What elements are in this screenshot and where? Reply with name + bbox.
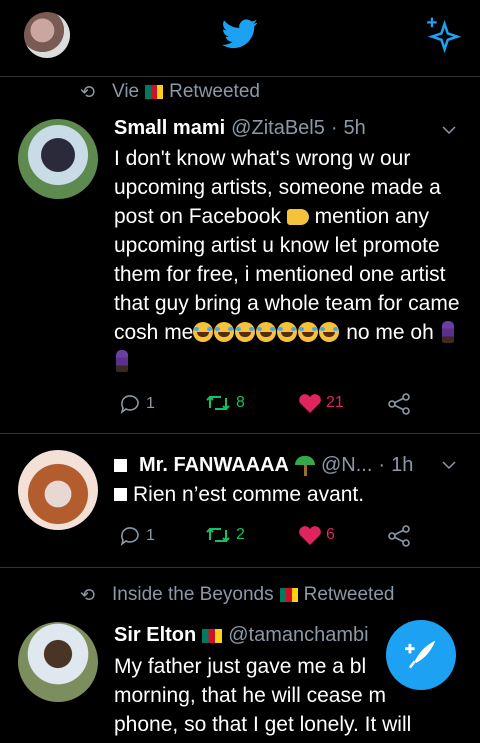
top-app-bar — [0, 0, 480, 77]
compose-tweet-button[interactable] — [386, 620, 456, 690]
laughing-emoji — [214, 322, 235, 342]
retweet-icon: ⟲ — [80, 81, 96, 102]
reply-count: 1 — [146, 527, 155, 544]
tweet-header: Small mami @ZitaBel5 · 5h — [114, 117, 366, 140]
retweet-icon: ⟲ — [80, 584, 96, 605]
reply-count: 1 — [146, 395, 155, 412]
like-count: 6 — [326, 526, 335, 543]
tweet-actions: 1 2 6 — [114, 524, 434, 552]
laughing-emoji — [319, 322, 340, 342]
share-icon — [388, 393, 410, 415]
retweet-context: ⟲ Inside the Beyonds Retweeted — [80, 584, 394, 606]
tweet-time: 5h — [343, 117, 366, 139]
tweet-time: 1h — [391, 454, 414, 476]
retweet-count: 8 — [236, 394, 245, 411]
tweet-text-content: Rien n’est comme avant. — [133, 483, 365, 506]
tweet-text: I don't know what's wrong w our upcoming… — [114, 144, 464, 376]
laughing-emoji — [298, 322, 319, 342]
chevron-down-icon[interactable] — [440, 121, 458, 139]
pointing-hand-emoji — [286, 209, 309, 225]
like-button[interactable]: 6 — [298, 524, 335, 546]
laughing-emoji — [193, 322, 214, 342]
separator-dot: · — [378, 454, 386, 476]
square-emoji — [114, 459, 127, 472]
square-emoji — [114, 488, 127, 501]
flag-icon — [202, 628, 223, 643]
laughing-emoji — [235, 322, 256, 342]
heart-icon — [299, 394, 321, 413]
walking-person-emoji — [441, 321, 454, 343]
share-button[interactable] — [386, 524, 412, 548]
tweet-text-content: My father just gave me a bl morning, tha… — [114, 655, 412, 736]
author-avatar[interactable] — [18, 622, 98, 702]
flag-icon — [279, 588, 298, 602]
author-handle[interactable]: @N... — [321, 454, 372, 477]
share-button[interactable] — [386, 392, 412, 416]
retweet-count: 2 — [236, 526, 245, 543]
author-avatar[interactable] — [18, 119, 98, 199]
author-name[interactable]: Small mami — [114, 117, 225, 140]
share-icon — [388, 525, 410, 547]
retweet-button[interactable]: 8 — [204, 392, 245, 414]
retweet-context: ⟲ Vie Retweeted — [80, 81, 260, 103]
twitter-bird-icon[interactable] — [222, 19, 258, 49]
retweet-icon — [206, 395, 230, 411]
reply-button[interactable]: 1 — [118, 524, 155, 548]
like-button[interactable]: 21 — [298, 392, 344, 414]
like-count: 21 — [326, 394, 344, 411]
reply-icon — [120, 395, 139, 414]
tweet-header: Mr. FANWAAAA @N... · 1h — [114, 454, 413, 477]
author-avatar[interactable] — [18, 450, 98, 530]
sparkle-icon[interactable] — [424, 16, 462, 54]
palm-tree-emoji — [295, 455, 315, 476]
compose-feather-icon — [405, 640, 436, 669]
laughing-emoji — [256, 322, 277, 342]
retweeted-label: Retweeted — [303, 584, 395, 605]
tweet[interactable]: ⟲ Vie Retweeted Small mami @ZitaBel5 · 5… — [0, 77, 480, 434]
author-handle[interactable]: @tamanchambi — [228, 624, 368, 647]
retweeter-name: Inside the Beyonds — [112, 584, 274, 605]
author-handle[interactable]: @ZitaBel5 — [231, 117, 325, 140]
walking-person-emoji — [116, 350, 128, 372]
retweeter-name: Vie — [112, 81, 140, 102]
retweeted-label: Retweeted — [169, 81, 260, 102]
tweet-text: Rien n’est comme avant. — [114, 480, 464, 509]
separator-dot: · — [330, 117, 338, 139]
reply-button[interactable]: 1 — [118, 392, 155, 416]
chevron-down-icon[interactable] — [440, 456, 458, 474]
tweet[interactable]: Mr. FANWAAAA @N... · 1h Rien n’est comme… — [0, 434, 480, 568]
tweet-text: My father just gave me a bl morning, tha… — [114, 652, 414, 739]
retweet-button[interactable]: 2 — [204, 524, 245, 546]
reply-icon — [120, 527, 139, 546]
author-name[interactable]: Mr. FANWAAAA — [139, 454, 289, 477]
tweet-text-part-3: no me oh — [346, 321, 434, 344]
heart-icon — [299, 526, 321, 545]
flag-icon — [145, 85, 164, 99]
laughing-emoji — [277, 322, 298, 342]
tweet-actions: 1 8 21 — [114, 392, 434, 420]
profile-avatar[interactable] — [24, 12, 70, 58]
retweet-icon — [206, 527, 230, 543]
author-name[interactable]: Sir Elton — [114, 624, 196, 647]
tweet-header: Sir Elton @tamanchambi — [114, 624, 369, 647]
